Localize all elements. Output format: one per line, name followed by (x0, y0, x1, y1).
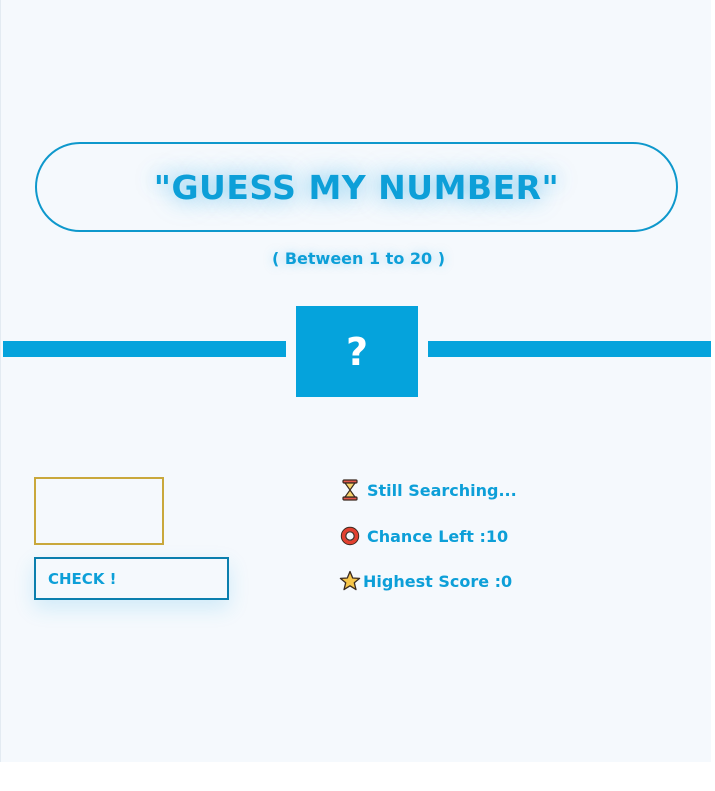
status-message-text: Still Searching... (367, 480, 517, 500)
check-button[interactable]: CHECK ! (34, 557, 229, 600)
highscore-value: 0 (501, 571, 513, 591)
chance-left: Chance Left : 10 (339, 525, 508, 547)
status-message: Still Searching... (339, 479, 517, 501)
chance-value: 10 (485, 526, 509, 546)
range-subtitle: ( Between 1 to 20 ) (271, 249, 446, 268)
chance-label: Chance Left : (367, 526, 486, 546)
title-banner: "GUESS MY NUMBER" (35, 142, 678, 232)
star-icon (339, 570, 361, 592)
hourglass-icon (339, 479, 361, 501)
page-title: "GUESS MY NUMBER" (153, 167, 560, 207)
highest-score: Highest Score : 0 (339, 570, 512, 592)
game-container: "GUESS MY NUMBER" ( Between 1 to 20 ) ? … (0, 0, 711, 762)
divider-left (3, 341, 286, 357)
secret-number-box: ? (296, 306, 418, 397)
highscore-label: Highest Score : (363, 571, 502, 591)
guess-input[interactable] (34, 477, 164, 545)
divider-right (428, 341, 711, 357)
secret-number: ? (345, 329, 369, 374)
ring-icon (339, 525, 361, 547)
